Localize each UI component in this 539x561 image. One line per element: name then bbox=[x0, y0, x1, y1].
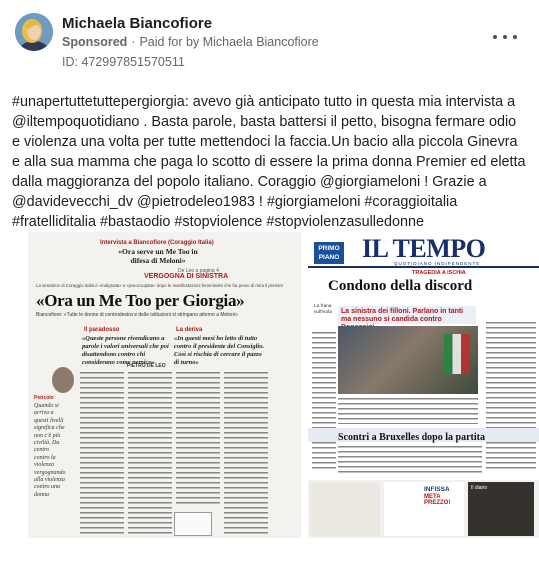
lp-text-column bbox=[128, 372, 172, 536]
lp-col2-heading: La deriva bbox=[176, 327, 203, 333]
lp-text-column bbox=[224, 372, 268, 536]
rp-ad-b: INFISSA META PREZZO! bbox=[384, 482, 464, 536]
lp-text-column bbox=[176, 372, 220, 506]
lp-col1-heading: Il paradosso bbox=[84, 327, 120, 333]
sponsor-line: Sponsored · Paid for by Michaela Biancof… bbox=[62, 35, 319, 49]
sponsored-label[interactable]: Sponsored bbox=[62, 35, 127, 49]
rp-headline-2: Scontri a Bruxelles dopo la partita bbox=[338, 432, 485, 443]
lp-top-quote: «Ora serve un Me Too in difesa di Meloni… bbox=[118, 247, 198, 265]
rp-ad-c: Il diario bbox=[468, 482, 534, 536]
lp-portrait-photo bbox=[52, 367, 74, 393]
lp-author: PIETRO DE LEO bbox=[127, 363, 166, 369]
lp-text-column bbox=[80, 372, 124, 536]
rp-photo-caption-lines bbox=[338, 398, 478, 424]
lp-inset-photo bbox=[174, 512, 212, 536]
rp-masthead: IL TEMPO bbox=[362, 234, 486, 263]
avatar-photo-icon bbox=[15, 13, 53, 51]
flag-icon bbox=[444, 334, 470, 374]
lp-side-text: Quando si arriva a questi livelli signif… bbox=[34, 403, 66, 498]
ad-id: ID: 472997851570511 bbox=[62, 55, 185, 69]
rp-ad-b-title: INFISSA bbox=[424, 486, 450, 493]
rp-tragedy-kicker: TRAGEDIA A ISCHIA bbox=[412, 270, 466, 276]
lp-ribbon: VERGOGNA DI SINISTRA bbox=[144, 273, 229, 280]
lp-kicker: Intervista a Biancofiore (Coraggio Itali… bbox=[100, 240, 214, 246]
rp-headline: Condono della discord bbox=[328, 278, 473, 294]
rp-left-column bbox=[312, 332, 336, 472]
lp-headline: «Ora un Me Too per Giorgia» bbox=[36, 291, 245, 310]
sponsored-post: Michaela Biancofiore Sponsored · Paid fo… bbox=[0, 0, 539, 561]
lp-deck: Biancofiore: «Tutte le donne di centrode… bbox=[36, 312, 238, 318]
paid-for-label[interactable]: Paid for by Michaela Biancofiore bbox=[139, 35, 318, 49]
rp-ad-c-title: Il diario bbox=[471, 485, 488, 491]
rp-side-note: La frana sull'isola bbox=[314, 304, 332, 315]
rp-ad-b-subtitle: META PREZZO! bbox=[424, 494, 451, 506]
post-text: #unapertuttetuttepergiorgia: avevo già a… bbox=[12, 94, 526, 230]
rp-main-photo bbox=[338, 326, 478, 394]
rp-divider bbox=[308, 266, 539, 268]
separator: · bbox=[131, 35, 136, 49]
rp-right-column bbox=[486, 322, 536, 472]
rp-story-lines bbox=[338, 446, 482, 476]
more-dots-icon[interactable] bbox=[493, 30, 517, 44]
rp-ad-a bbox=[310, 482, 380, 536]
lp-side-caption: Pericolo bbox=[34, 395, 54, 401]
avatar[interactable] bbox=[15, 13, 53, 51]
newspaper-clipping-left[interactable]: Intervista a Biancofiore (Coraggio Itali… bbox=[28, 232, 301, 538]
author-name[interactable]: Michaela Biancofiore bbox=[62, 15, 212, 32]
rp-primo-badge: PRIMO PIANO bbox=[314, 242, 344, 264]
newspaper-frontpage-right[interactable]: PRIMO PIANO IL TEMPO QUOTIDIANO INDIPEND… bbox=[308, 232, 539, 538]
rp-band: La sinistra dei filloni. Parlano in tant… bbox=[338, 306, 476, 331]
lp-subkicker: La senatrice di Coraggio Italia è «indig… bbox=[36, 283, 284, 288]
lp-col2-quote: «In questi mesi ho letto di tutto contro… bbox=[174, 335, 265, 366]
